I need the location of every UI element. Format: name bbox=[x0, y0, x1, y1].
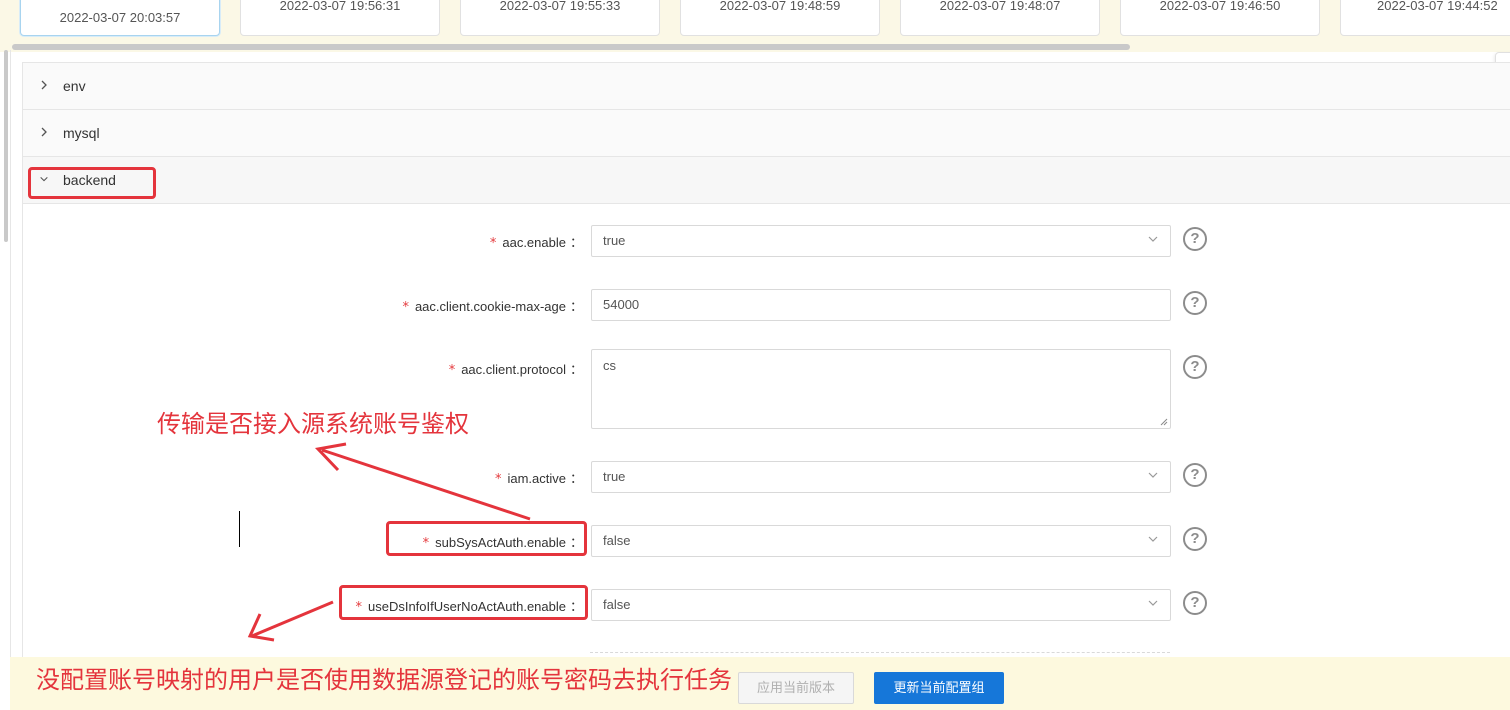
panel-header-mysql[interactable]: mysql bbox=[23, 110, 1510, 157]
panel-header-backend[interactable]: backend bbox=[23, 157, 1510, 204]
help-icon[interactable]: ? bbox=[1183, 463, 1207, 487]
select-value: false bbox=[603, 533, 631, 548]
text-cursor bbox=[239, 511, 240, 547]
chevron-down-icon bbox=[1148, 536, 1158, 542]
version-card[interactable]: 2022-03-07 19:55:33 bbox=[460, 0, 660, 36]
chevron-down-icon bbox=[1148, 472, 1158, 478]
select-value: true bbox=[603, 233, 626, 248]
version-time: 2022-03-07 19:44:52 bbox=[1377, 0, 1498, 13]
field-label: * aac.client.cookie-max-age： bbox=[402, 299, 583, 315]
version-card[interactable]: 2022-03-07 19:46:50 bbox=[1120, 0, 1320, 36]
help-icon[interactable]: ? bbox=[1183, 291, 1207, 315]
next-field-hint bbox=[590, 652, 1170, 656]
annotation-box-backend bbox=[28, 167, 156, 199]
version-name: user1 bbox=[21, 0, 219, 3]
required-mark: * bbox=[489, 236, 497, 251]
subsysactauth-enable-select[interactable]: false bbox=[591, 525, 1171, 557]
input-value: 54000 bbox=[603, 297, 640, 312]
version-time: 2022-03-07 19:55:33 bbox=[499, 0, 621, 13]
help-icon[interactable]: ? bbox=[1183, 527, 1207, 551]
chevron-right-icon bbox=[41, 80, 47, 90]
config-collapse: env mysql backend * aac.enable： true ? * a… bbox=[22, 62, 1510, 702]
resize-grip-icon[interactable] bbox=[1160, 418, 1168, 426]
chevron-down-icon bbox=[1148, 600, 1158, 606]
version-card[interactable]: 2022-03-07 19:44:52 bbox=[1340, 0, 1510, 36]
version-time: 2022-03-07 20:03:57 bbox=[59, 10, 181, 25]
required-mark: * bbox=[494, 472, 502, 487]
textarea-value: cs bbox=[603, 358, 616, 373]
select-value: false bbox=[603, 597, 631, 612]
version-time: 2022-03-07 19:46:50 bbox=[1159, 0, 1281, 13]
version-card[interactable]: user1 2022-03-07 20:03:57 bbox=[20, 0, 220, 36]
annotation-note-auth: 传输是否接入源系统账号鉴权 bbox=[157, 410, 469, 438]
update-config-group-button[interactable]: 更新当前配置组 bbox=[874, 672, 1004, 704]
annotation-box-usedsinfo bbox=[339, 585, 588, 620]
usedsinfo-enable-select[interactable]: false bbox=[591, 589, 1171, 621]
version-card[interactable]: 2022-03-07 19:56:31 bbox=[240, 0, 440, 36]
panel-header-env[interactable]: env bbox=[23, 63, 1510, 110]
chevron-down-icon bbox=[1148, 236, 1158, 242]
version-card[interactable]: 2022-03-07 19:48:59 bbox=[680, 0, 880, 36]
required-mark: * bbox=[402, 300, 409, 315]
help-icon[interactable]: ? bbox=[1183, 591, 1207, 615]
version-card[interactable]: 2022-03-07 19:48:07 bbox=[900, 0, 1100, 36]
protocol-textarea[interactable]: cs bbox=[591, 349, 1171, 429]
required-mark: * bbox=[448, 363, 456, 378]
field-label: * aac.enable： bbox=[489, 235, 583, 251]
version-time: 2022-03-07 19:48:07 bbox=[939, 0, 1061, 13]
help-icon[interactable]: ? bbox=[1183, 355, 1207, 379]
select-value: true bbox=[603, 469, 626, 484]
cookie-max-age-input[interactable]: 54000 bbox=[591, 289, 1171, 321]
field-label: * aac.client.protocol： bbox=[448, 362, 583, 378]
field-label: * iam.active： bbox=[494, 471, 583, 487]
version-history-strip: user1 2022-03-07 20:03:57 2022-03-07 19:… bbox=[0, 0, 1510, 52]
iam-active-select[interactable]: true bbox=[591, 461, 1171, 493]
panel-label: mysql bbox=[63, 125, 100, 141]
annotation-note-datasource: 没配置账号映射的用户是否使用数据源登记的账号密码去执行任务 bbox=[36, 666, 732, 694]
panel-label: env bbox=[63, 78, 86, 94]
annotation-box-subsysactauth bbox=[386, 521, 587, 556]
divider bbox=[10, 50, 11, 710]
apply-version-button[interactable]: 应用当前版本 bbox=[738, 672, 854, 704]
vertical-scrollbar[interactable] bbox=[4, 50, 8, 242]
horizontal-scrollbar[interactable] bbox=[12, 44, 1130, 50]
chevron-right-icon bbox=[41, 127, 47, 137]
help-icon[interactable]: ? bbox=[1183, 227, 1207, 251]
version-time: 2022-03-07 19:56:31 bbox=[279, 0, 401, 13]
config-page: user1 2022-03-07 20:03:57 2022-03-07 19:… bbox=[0, 0, 1510, 710]
version-time: 2022-03-07 19:48:59 bbox=[719, 0, 841, 13]
aac-enable-select[interactable]: true bbox=[591, 225, 1171, 257]
